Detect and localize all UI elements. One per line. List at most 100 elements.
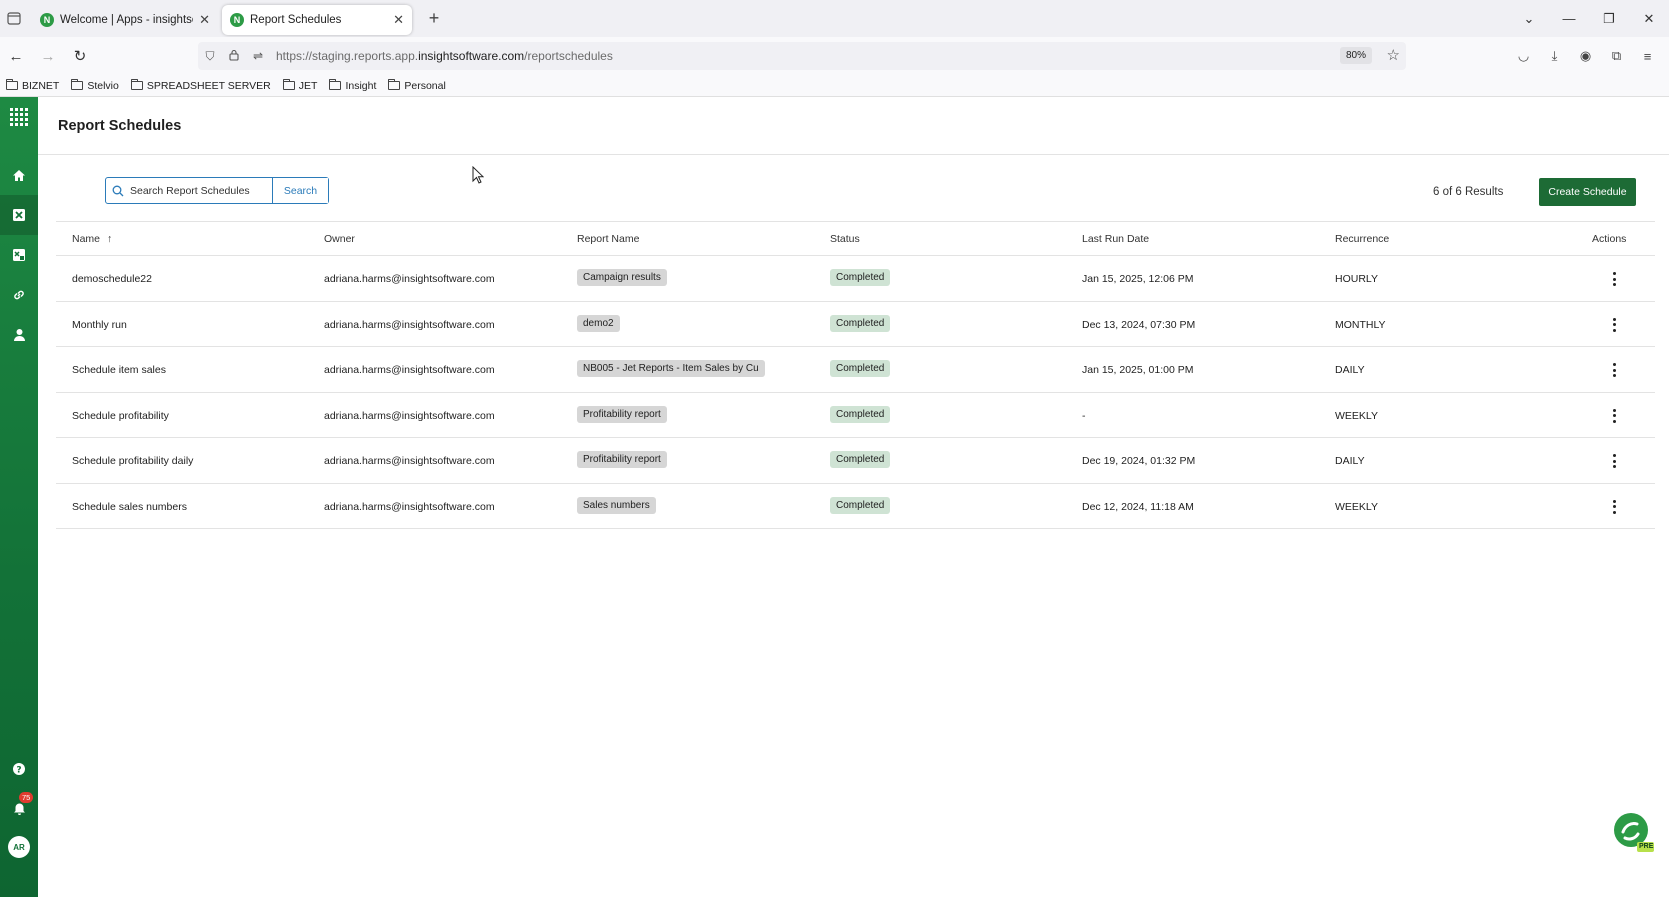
column-header-report-name[interactable]: Report Name <box>577 233 639 245</box>
notifications-bell-icon[interactable]: 75 <box>0 789 38 829</box>
download-icon[interactable]: ⤓ <box>1539 41 1570 71</box>
status-badge: Completed <box>830 269 891 286</box>
row-actions-kebab-icon[interactable] <box>1607 315 1621 335</box>
bookmark-biznet[interactable]: BIZNET <box>6 79 59 92</box>
last-run-date: - <box>1082 409 1086 422</box>
table-row[interactable]: Schedule item sales adriana.harms@insigh… <box>56 347 1655 393</box>
minimize-icon[interactable]: — <box>1549 11 1589 26</box>
report-name-chip: Sales numbers <box>577 496 656 514</box>
column-header-status[interactable]: Status <box>830 233 860 245</box>
mouse-cursor-icon <box>472 166 484 184</box>
column-header-name[interactable]: Name ↑ <box>72 233 112 245</box>
help-icon[interactable]: ? <box>0 749 38 789</box>
folder-icon <box>388 79 401 90</box>
url-prefix: https://staging.reports.app. <box>276 49 419 63</box>
excel-reports-icon[interactable] <box>0 195 38 235</box>
avatar: AR <box>8 836 30 858</box>
browser-tab-welcome[interactable]: N Welcome | Apps - insightsoftware ✕ <box>32 5 218 35</box>
address-bar[interactable]: ⛉ ⇌ https://staging.reports.app.insights… <box>198 42 1406 70</box>
pre-badge-label: PRE <box>1639 843 1654 850</box>
table-row[interactable]: Schedule profitability daily adriana.har… <box>56 438 1655 484</box>
url-text[interactable]: https://staging.reports.app.insightsoftw… <box>276 49 613 63</box>
last-run-date: Jan 15, 2025, 12:06 PM <box>1082 273 1194 285</box>
window-controls: ⌄ — ❐ ✕ <box>1509 0 1669 37</box>
row-actions-kebab-icon[interactable] <box>1607 497 1621 517</box>
schedule-name: Schedule sales numbers <box>72 500 187 513</box>
home-icon[interactable] <box>0 155 38 195</box>
browser-tab-report-schedules[interactable]: N Report Schedules ✕ <box>222 4 412 35</box>
recurrence: WEEKLY <box>1335 409 1378 422</box>
table-row[interactable]: demoschedule22 adriana.harms@insightsoft… <box>56 256 1655 302</box>
bookmark-label: Insight <box>345 79 377 92</box>
recurrence: WEEKLY <box>1335 500 1378 513</box>
browser-nav-bar: ← → ↻ ⛉ ⇌ https://staging.reports.app.in… <box>0 37 1669 75</box>
chevron-down-icon[interactable]: ⌄ <box>1509 11 1549 27</box>
report-name-chip: demo2 <box>577 314 620 332</box>
folder-icon <box>6 79 18 90</box>
close-tab-icon[interactable]: ✕ <box>199 12 210 28</box>
bookmark-jet[interactable]: JET <box>282 79 318 92</box>
report-name-chip: NB005 - Jet Reports - Item Sales by Cu <box>577 360 765 377</box>
bookmark-label: JET <box>298 79 318 92</box>
user-icon[interactable] <box>0 315 38 355</box>
help-widget-button[interactable]: PRE <box>1613 812 1655 854</box>
sort-ascending-icon: ↑ <box>106 233 113 245</box>
table-row[interactable]: Monthly run adriana.harms@insightsoftwar… <box>56 302 1655 347</box>
schedule-name: Monthly run <box>72 318 127 331</box>
link-icon[interactable] <box>0 275 38 315</box>
bookmark-star-icon[interactable]: ☆ <box>1387 46 1400 64</box>
url-path: /reportschedules <box>524 49 613 63</box>
search-field[interactable] <box>106 178 273 203</box>
new-tab-icon[interactable]: + <box>422 8 446 29</box>
workbook-icon[interactable] <box>0 235 38 275</box>
close-tab-icon[interactable]: ✕ <box>393 12 404 28</box>
column-header-last-run-date[interactable]: Last Run Date <box>1082 233 1149 245</box>
svg-text:?: ? <box>16 766 21 776</box>
bookmark-insight[interactable]: Insight <box>329 79 377 92</box>
lock-icon[interactable] <box>222 49 246 64</box>
search-input[interactable] <box>130 184 268 197</box>
row-actions-kebab-icon[interactable] <box>1607 269 1621 289</box>
app-sidebar: ? 75 AR <box>0 97 38 897</box>
account-icon[interactable]: ◉ <box>1570 41 1601 71</box>
report-name-chip: Campaign results <box>577 269 667 286</box>
column-header-recurrence[interactable]: Recurrence <box>1335 233 1389 245</box>
shield-icon[interactable]: ⛉ <box>198 49 222 64</box>
recurrence: MONTHLY <box>1335 318 1386 331</box>
table-row[interactable]: Schedule sales numbers adriana.harms@ins… <box>56 484 1655 529</box>
bookmark-spreadsheet-server[interactable]: SPREADSHEET SERVER <box>130 79 271 92</box>
close-window-icon[interactable]: ✕ <box>1629 11 1669 27</box>
menu-icon[interactable]: ≡ <box>1632 41 1663 71</box>
search-button[interactable]: Search <box>273 178 328 203</box>
pocket-icon[interactable]: ◡ <box>1508 41 1539 71</box>
table-row[interactable]: Schedule profitability adriana.harms@ins… <box>56 393 1655 438</box>
owner-email: adriana.harms@insightsoftware.com <box>324 273 495 285</box>
back-arrow-icon[interactable]: ← <box>0 41 32 71</box>
restore-icon[interactable]: ❐ <box>1589 11 1629 27</box>
column-header-owner[interactable]: Owner <box>324 233 355 245</box>
tab-title: Welcome | Apps - insightsoftware <box>60 13 193 26</box>
app-launcher-icon[interactable] <box>0 97 38 137</box>
recurrence: DAILY <box>1335 455 1365 467</box>
row-actions-kebab-icon[interactable] <box>1607 451 1621 471</box>
bookmark-label: Stelvio <box>87 79 119 92</box>
tab-list-icon[interactable] <box>0 5 28 33</box>
forward-arrow-icon[interactable]: → <box>32 41 64 71</box>
reload-icon[interactable]: ↻ <box>64 41 96 71</box>
row-actions-kebab-icon[interactable] <box>1607 406 1621 426</box>
bookmark-label: Personal <box>404 79 446 92</box>
insightsoftware-favicon-icon: N <box>230 12 244 27</box>
create-schedule-button[interactable]: Create Schedule <box>1539 178 1636 206</box>
row-actions-kebab-icon[interactable] <box>1607 360 1621 380</box>
zoom-level[interactable]: 80% <box>1339 47 1372 64</box>
permissions-icon[interactable]: ⇌ <box>246 49 270 63</box>
bookmark-stelvio[interactable]: Stelvio <box>71 79 119 92</box>
status-badge: Completed <box>830 405 891 423</box>
user-avatar-button[interactable]: AR <box>0 827 38 867</box>
folder-icon <box>329 79 342 90</box>
bookmark-personal[interactable]: Personal <box>388 79 446 92</box>
folder-icon <box>282 79 295 90</box>
report-name-chip: Profitability report <box>577 405 667 423</box>
toolbar-icons: ◡ ⤓ ◉ ⧉ ≡ <box>1508 41 1663 71</box>
extensions-icon[interactable]: ⧉ <box>1601 41 1632 71</box>
